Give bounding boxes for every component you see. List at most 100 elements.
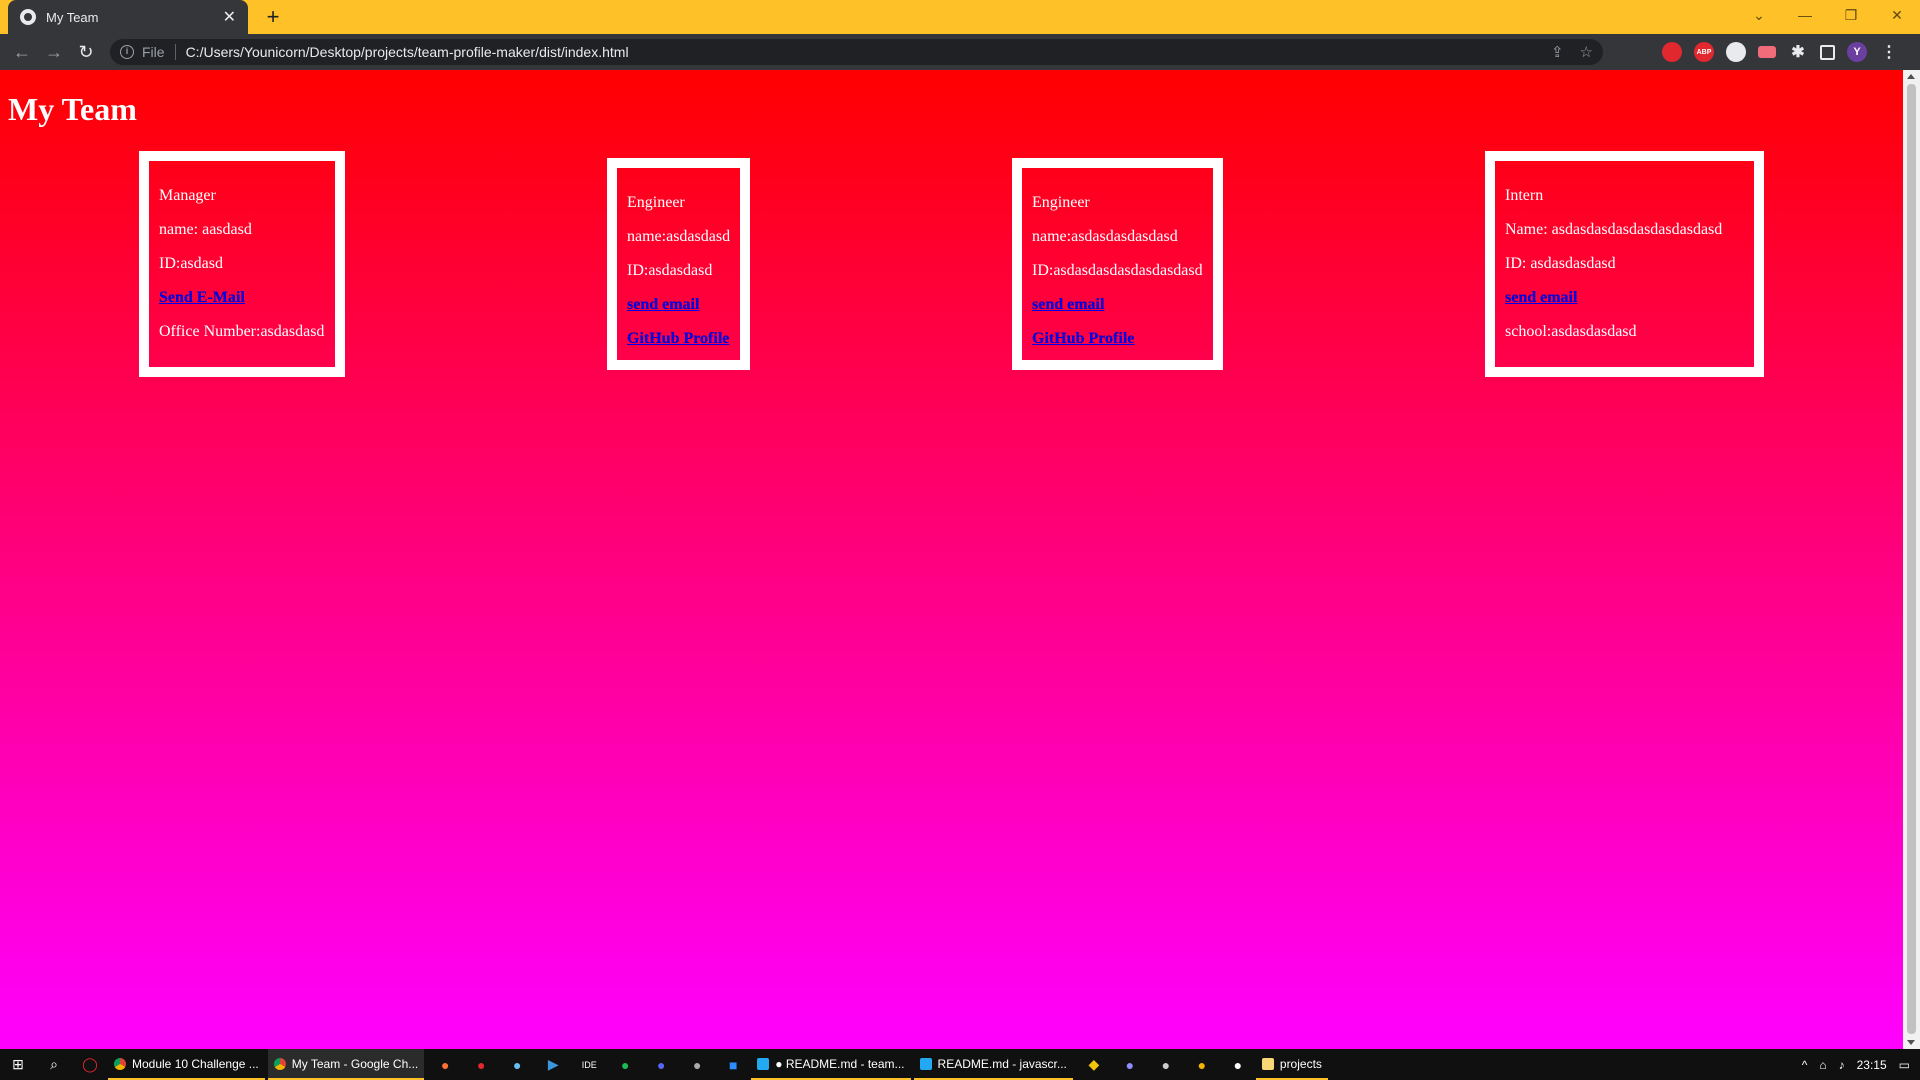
browser-tab-strip: My Team ✕ + ⌄ — ❐ ✕ bbox=[0, 0, 1920, 34]
card-id: ID:asdasdasd bbox=[627, 262, 713, 279]
minimize-button[interactable]: — bbox=[1782, 7, 1828, 23]
window-controls: ⌄ — ❐ ✕ bbox=[1736, 0, 1920, 30]
tray-chevron-icon[interactable]: ^ bbox=[1802, 1058, 1808, 1072]
taskbar-app-module-10[interactable]: Module 10 Challenge ... bbox=[108, 1049, 265, 1080]
card-role: Engineer bbox=[627, 194, 685, 211]
close-tab-icon[interactable]: ✕ bbox=[223, 7, 236, 27]
close-window-button[interactable]: ✕ bbox=[1874, 7, 1920, 24]
taskbar-app-my-team[interactable]: My Team - Google Ch... bbox=[267, 1049, 425, 1080]
windows-start-icon[interactable]: ⊞ bbox=[0, 1049, 36, 1080]
card-name: Name: asdasdasdasdasdasdasdasd bbox=[1505, 221, 1723, 238]
opera-gx-icon[interactable]: ◯ bbox=[72, 1049, 108, 1080]
card-role: Intern bbox=[1505, 187, 1544, 204]
omnibox-actions: ⇪ ☆ bbox=[1551, 43, 1593, 61]
browser-menu-icon[interactable]: ⋮ bbox=[1879, 42, 1899, 62]
manager-card: Manager name: aasdasd ID:asdasd Send E-M… bbox=[139, 151, 345, 377]
address-bar[interactable]: i File C:/Users/Younicorn/Desktop/projec… bbox=[110, 39, 1603, 65]
github-profile-link[interactable]: GitHub Profile bbox=[1032, 330, 1134, 347]
spotify-icon[interactable]: ● bbox=[607, 1049, 643, 1080]
ide-icon[interactable]: IDE bbox=[571, 1049, 607, 1080]
taskbar-app-projects-folder[interactable]: projects bbox=[1255, 1049, 1328, 1080]
scroll-up-arrow-icon[interactable] bbox=[1907, 74, 1915, 79]
clock[interactable]: 23:15 bbox=[1857, 1058, 1887, 1072]
adblock-plus-icon[interactable]: ABP bbox=[1694, 42, 1714, 62]
discord-icon[interactable]: ● bbox=[643, 1049, 679, 1080]
chrome-canary-icon[interactable]: ● bbox=[1184, 1049, 1220, 1080]
card-name: name:asdasdasd bbox=[627, 228, 731, 245]
card-role: Manager bbox=[159, 187, 216, 204]
search-icon[interactable]: ⌕ bbox=[36, 1049, 72, 1080]
engineer-card-2: Engineer name:asdasdasdasdasd ID:asdasda… bbox=[1012, 158, 1223, 370]
engineer-card-1: Engineer name:asdasdasd ID:asdasdasd sen… bbox=[607, 158, 750, 370]
chrome-icon bbox=[273, 1057, 286, 1070]
card-id: ID: asdasdasdasd bbox=[1505, 255, 1616, 272]
card-office-number: Office Number:asdasdasd bbox=[159, 323, 325, 340]
github-profile-link[interactable]: GitHub Profile bbox=[627, 330, 729, 347]
card-role: Engineer bbox=[1032, 194, 1090, 211]
browser-toolbar: ← → ↻ i File C:/Users/Younicorn/Desktop/… bbox=[0, 34, 1920, 70]
intern-card: Intern Name: asdasdasdasdasdasdasdasd ID… bbox=[1485, 151, 1764, 377]
media-player-icon[interactable]: ▶ bbox=[535, 1049, 571, 1080]
vscode-icon bbox=[757, 1057, 770, 1070]
ear-extension-icon[interactable] bbox=[1662, 42, 1682, 62]
windows-taskbar: ⊞ ⌕ ◯ Module 10 Challenge ... My Team - … bbox=[0, 1049, 1920, 1080]
taskbar-app-label: projects bbox=[1279, 1056, 1322, 1071]
extensions-puzzle-icon[interactable]: ✱ bbox=[1788, 42, 1808, 62]
taskbar-app-label: My Team - Google Ch... bbox=[291, 1056, 419, 1071]
forward-button[interactable]: → bbox=[38, 36, 70, 68]
extension-icons: ABP ✱ Y ⋮ bbox=[1662, 42, 1899, 62]
vscode-icon bbox=[919, 1057, 932, 1070]
send-email-link[interactable]: send email bbox=[627, 296, 699, 313]
scroll-down-arrow-icon[interactable] bbox=[1907, 1040, 1915, 1045]
share-icon[interactable]: ⇪ bbox=[1551, 43, 1564, 61]
card-id: ID:asdasd bbox=[159, 255, 223, 272]
taskbar-app-readme-javascript[interactable]: README.md - javascr... bbox=[913, 1049, 1073, 1080]
info-icon[interactable]: i bbox=[120, 45, 134, 59]
card-name: name:asdasdasdasdasd bbox=[1032, 228, 1178, 245]
page-scrollbar[interactable] bbox=[1903, 70, 1920, 1049]
profile-avatar[interactable]: Y bbox=[1847, 42, 1867, 62]
chrome-icon bbox=[114, 1057, 126, 1070]
globe-icon bbox=[20, 9, 36, 25]
git-icon[interactable]: ◆ bbox=[1076, 1049, 1112, 1080]
network-icon[interactable]: ⌂ bbox=[1819, 1058, 1826, 1072]
chrome-alt-icon[interactable]: ● bbox=[679, 1049, 715, 1080]
taskbar-app-readme-team[interactable]: ● README.md - team... bbox=[751, 1049, 911, 1080]
scrollbar-thumb[interactable] bbox=[1907, 84, 1916, 1034]
circle-app-icon[interactable]: ● bbox=[1112, 1049, 1148, 1080]
back-button[interactable]: ← bbox=[6, 36, 38, 68]
page-title: My Team bbox=[8, 91, 137, 127]
url-scheme-label: File bbox=[142, 44, 176, 60]
picture-in-picture-icon[interactable] bbox=[1758, 46, 1776, 58]
side-panel-icon[interactable] bbox=[1820, 44, 1835, 60]
card-school: school:asdasdasdasd bbox=[1505, 323, 1637, 340]
system-tray: ^ ⌂ ♪ 23:15 ▭ bbox=[1802, 1049, 1920, 1080]
send-email-link[interactable]: send email bbox=[1505, 289, 1577, 306]
tab-title: My Team bbox=[46, 9, 99, 25]
opera-icon[interactable]: ● bbox=[463, 1049, 499, 1080]
folder-icon bbox=[1261, 1057, 1274, 1070]
send-email-link[interactable]: Send E-Mail bbox=[159, 289, 245, 306]
card-id: ID:asdasdasdasdasdasdasd bbox=[1032, 262, 1203, 279]
url-text[interactable]: C:/Users/Younicorn/Desktop/projects/team… bbox=[186, 44, 629, 60]
tab-search-icon[interactable]: ⌄ bbox=[1736, 7, 1782, 24]
chat-icon[interactable]: ● bbox=[1220, 1049, 1256, 1080]
game-icon[interactable]: ● bbox=[1148, 1049, 1184, 1080]
zoom-icon[interactable]: ■ bbox=[715, 1049, 751, 1080]
bookmark-star-icon[interactable]: ☆ bbox=[1580, 43, 1593, 61]
card-name: name: aasdasd bbox=[159, 221, 252, 238]
taskbar-app-label: Module 10 Challenge ... bbox=[132, 1056, 259, 1071]
restore-button[interactable]: ❐ bbox=[1828, 7, 1874, 24]
taskbar-app-label: ● README.md - team... bbox=[775, 1056, 905, 1071]
volume-icon[interactable]: ♪ bbox=[1839, 1058, 1845, 1072]
reload-button[interactable]: ↻ bbox=[70, 36, 102, 68]
page-viewport: My Team Manager name: aasdasd ID:asdasd … bbox=[0, 70, 1903, 1049]
notifications-icon[interactable]: ▭ bbox=[1899, 1058, 1910, 1072]
taskbar-app-label: README.md - javascr... bbox=[937, 1056, 1067, 1071]
send-email-link[interactable]: send email bbox=[1032, 296, 1104, 313]
dark-mode-extension-icon[interactable] bbox=[1726, 42, 1746, 62]
firefox-icon[interactable]: ● bbox=[427, 1049, 463, 1080]
new-tab-button[interactable]: + bbox=[260, 4, 286, 30]
browser-tab[interactable]: My Team ✕ bbox=[8, 0, 248, 34]
steam-icon[interactable]: ● bbox=[499, 1049, 535, 1080]
